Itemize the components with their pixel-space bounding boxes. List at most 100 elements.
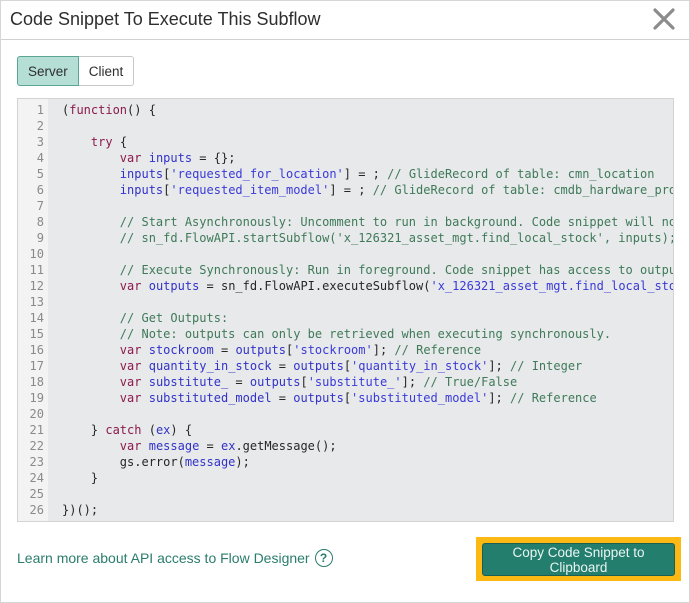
learn-more-link[interactable]: Learn more about API access to Flow Desi… — [17, 549, 333, 567]
code-string: 'requested_item_model' — [170, 183, 330, 197]
code-keyword: var — [119, 375, 142, 389]
code-text: [ — [300, 375, 308, 389]
dialog-title: Code Snippet To Execute This Subflow — [10, 9, 321, 29]
environment-tabs: Server Client — [17, 56, 135, 86]
code-line-text: inputs['requested_item_model'] = ; // Gl… — [62, 182, 673, 198]
code-line-text: try { — [62, 134, 127, 150]
code-text: ( — [141, 423, 156, 437]
code-line-text: } catch (ex) { — [62, 422, 192, 438]
code-line-text: // Start Asynchronously: Uncomment to ru… — [62, 214, 673, 230]
code-line-text: var substituted_model = outputs['substit… — [62, 390, 597, 406]
code-variable: ex — [220, 439, 236, 453]
line-number: 6 — [36, 183, 44, 197]
line-number: 14 — [29, 311, 44, 325]
code-line: 3 try { — [18, 134, 673, 150]
learn-more-label: Learn more about API access to Flow Desi… — [17, 550, 310, 566]
code-line: 2 — [18, 118, 673, 134]
line-number: 15 — [29, 327, 44, 341]
line-number: 19 — [29, 391, 44, 405]
code-comment: // Get Outputs: — [119, 311, 229, 325]
line-number: 25 — [29, 487, 44, 501]
line-number: 11 — [29, 263, 44, 277]
code-keyword: var — [119, 359, 142, 373]
code-text: })(); — [62, 503, 99, 517]
close-icon[interactable] — [651, 6, 677, 32]
code-variable: inputs — [148, 151, 193, 165]
line-number: 18 — [29, 375, 44, 389]
code-variable: inputs — [119, 167, 164, 181]
line-number: 22 — [29, 439, 44, 453]
code-line: 19 var substituted_model = outputs['subs… — [18, 390, 673, 406]
code-string: 'quantity_in_stock' — [351, 359, 489, 373]
code-comment: // Integer — [510, 359, 583, 373]
code-text: () { — [127, 103, 156, 117]
code-string: 'x_126321_asset_mgt.find_local_stock' — [430, 279, 674, 293]
line-number: 26 — [29, 503, 44, 517]
line-number: 20 — [29, 407, 44, 421]
line-number: 16 — [29, 343, 44, 357]
code-comment: // sn_fd.FlowAPI.startSubflow('x_126321_… — [119, 231, 674, 245]
code-text: { — [112, 135, 128, 149]
code-line-text: (function() { — [62, 102, 156, 118]
code-text: = — [228, 375, 250, 389]
code-variable: message — [148, 439, 200, 453]
help-icon[interactable]: ? — [314, 549, 333, 567]
code-text: [ — [343, 391, 352, 405]
code-comment: // Execute Synchronously: Run in foregro… — [119, 263, 674, 277]
code-variable: quantity_in_stock — [148, 359, 272, 373]
line-number: 1 — [36, 103, 44, 117]
code-text: = {}; — [192, 151, 236, 165]
line-number: 3 — [36, 135, 44, 149]
code-line-text: // Get Outputs: — [62, 310, 228, 326]
code-line-text: var message = ex.getMessage(); — [62, 438, 337, 454]
code-variable: substitute_ — [148, 375, 229, 389]
code-text: ) { — [170, 423, 193, 437]
line-number: 12 — [29, 279, 44, 293]
tab-client[interactable]: Client — [78, 56, 135, 86]
code-line: 14 // Get Outputs: — [18, 310, 673, 326]
code-keyword: function — [69, 103, 128, 117]
code-variable: outputs — [293, 391, 344, 405]
code-text: = — [199, 439, 221, 453]
code-line-text: var inputs = {}; — [62, 150, 236, 166]
code-line-text: // Execute Synchronously: Run in foregro… — [62, 262, 674, 278]
code-line-text: var stockroom = outputs['stockroom']; //… — [62, 342, 481, 358]
code-string: 'substituted_model' — [351, 391, 489, 405]
code-line: 13 — [18, 294, 673, 310]
tab-server[interactable]: Server — [17, 56, 79, 86]
code-keyword: catch — [105, 423, 142, 437]
code-text: } — [62, 471, 99, 485]
copy-code-snippet-button[interactable]: Copy Code Snippet to Clipboard — [482, 543, 675, 576]
code-text: = — [213, 343, 236, 357]
code-variable: inputs — [119, 183, 164, 197]
line-number: 23 — [29, 455, 44, 469]
code-variable: outputs — [293, 359, 344, 373]
code-keyword: var — [119, 343, 142, 357]
code-line: 24 } — [18, 470, 673, 486]
code-text: = sn_fd.FlowAPI.executeSubflow( — [199, 279, 431, 293]
code-text: .getMessage(); — [235, 439, 337, 453]
code-text: ); — [235, 455, 250, 469]
line-number: 21 — [29, 423, 44, 437]
code-line: 5 inputs['requested_for_location'] = ; /… — [18, 166, 673, 182]
code-snippet-dialog: Code Snippet To Execute This Subflow Ser… — [0, 0, 690, 603]
code-variable: outputs — [249, 375, 301, 389]
code-editor[interactable]: 1 (function() {2 3 try {4 var inputs = {};… — [17, 98, 674, 522]
code-line: 21 } catch (ex) { — [18, 422, 673, 438]
code-line: 16 var stockroom = outputs['stockroom'];… — [18, 342, 673, 358]
line-number: 24 — [29, 471, 44, 485]
code-line-text: } — [62, 470, 98, 486]
code-string: 'stockroom' — [293, 343, 373, 357]
code-line-text: inputs['requested_for_location'] = ; // … — [62, 166, 655, 182]
code-line: 22 var message = ex.getMessage(); — [18, 438, 673, 454]
